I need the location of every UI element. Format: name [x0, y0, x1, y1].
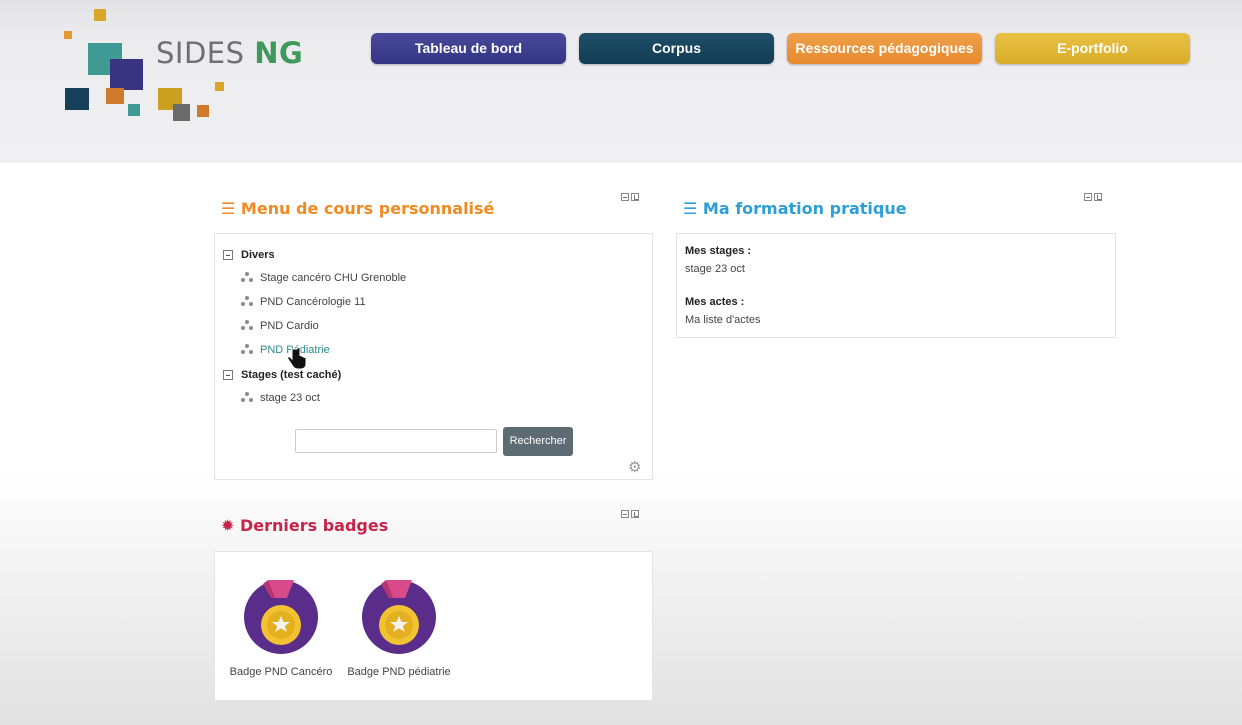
medal-icon [244, 580, 318, 654]
course-icon [241, 344, 253, 356]
menu-block-panel: Divers Stage cancéro CHU Grenoble PND Ca… [214, 233, 653, 480]
dock-icon[interactable] [631, 510, 639, 518]
site-header: SIDES NG Tableau de bord Corpus Ressourc… [0, 0, 1242, 163]
course-item[interactable]: Stage cancéro CHU Grenoble [241, 272, 406, 284]
nav-button-e-portfolio[interactable]: E-portfolio [995, 33, 1190, 64]
course-search-input[interactable] [295, 429, 497, 453]
medal-icon [362, 580, 436, 654]
hamburger-icon[interactable]: ☰ [683, 199, 697, 218]
course-icon [241, 296, 253, 308]
formation-block-title: ☰ Ma formation pratique [683, 199, 907, 218]
logo-square [94, 9, 106, 21]
mes-actes-label: Mes actes : [685, 296, 745, 308]
hamburger-icon[interactable]: ☰ [221, 199, 235, 218]
logo-square [215, 82, 224, 91]
logo-square [110, 59, 143, 90]
nav-button-corpus[interactable]: Corpus [579, 33, 774, 64]
logo-square [173, 104, 190, 121]
logo-square [197, 105, 209, 117]
collapse-icon[interactable] [223, 250, 233, 260]
logo-text-accent: NG [254, 36, 304, 70]
minimize-icon[interactable] [621, 193, 629, 201]
minimize-icon[interactable] [621, 510, 629, 518]
mes-actes-link[interactable]: Ma liste d'actes [685, 314, 760, 326]
badges-block-controls [621, 510, 639, 518]
hand-cursor-icon [287, 347, 307, 370]
tree-group-stages[interactable]: Stages (test caché) [223, 369, 341, 381]
logo-square [65, 88, 89, 110]
badges-block-title: ✹ Derniers badges [221, 516, 389, 535]
course-item[interactable]: PND Cancérologie 11 [241, 296, 366, 308]
logo-square [106, 88, 124, 104]
sides-ng-logo[interactable]: SIDES NG [60, 6, 380, 131]
course-icon [241, 272, 253, 284]
dock-icon[interactable] [1094, 193, 1102, 201]
logo-text: SIDES NG [156, 36, 303, 70]
logo-square [64, 31, 72, 39]
logo-square [128, 104, 140, 116]
badges-block-panel: Badge PND Cancéro Badge PND pédiatrie [214, 551, 653, 701]
badge-item[interactable]: Badge PND pédiatrie [345, 574, 453, 678]
mes-stages-label: Mes stages : [685, 245, 752, 257]
course-item[interactable]: stage 23 oct [241, 392, 320, 404]
search-button[interactable]: Rechercher [503, 427, 573, 456]
mes-stages-link[interactable]: stage 23 oct [685, 263, 745, 275]
tree-group-divers[interactable]: Divers [223, 249, 275, 261]
course-icon [241, 320, 253, 332]
gear-icon[interactable]: ⚙ [628, 458, 641, 476]
logo-text-main: SIDES [156, 36, 245, 70]
badge-star-icon: ✹ [221, 516, 235, 535]
menu-block-controls [621, 193, 639, 201]
badge-item[interactable]: Badge PND Cancéro [227, 574, 335, 678]
collapse-icon[interactable] [223, 370, 233, 380]
course-icon [241, 392, 253, 404]
formation-block-controls [1084, 193, 1102, 201]
nav-button-ressources[interactable]: Ressources pédagogiques [787, 33, 982, 64]
course-item[interactable]: PND Cardio [241, 320, 319, 332]
menu-block-title: ☰ Menu de cours personnalisé [221, 199, 495, 218]
nav-button-tableau-de-bord[interactable]: Tableau de bord [371, 33, 566, 64]
minimize-icon[interactable] [1084, 193, 1092, 201]
dock-icon[interactable] [631, 193, 639, 201]
formation-block-panel: Mes stages : stage 23 oct Mes actes : Ma… [676, 233, 1116, 338]
